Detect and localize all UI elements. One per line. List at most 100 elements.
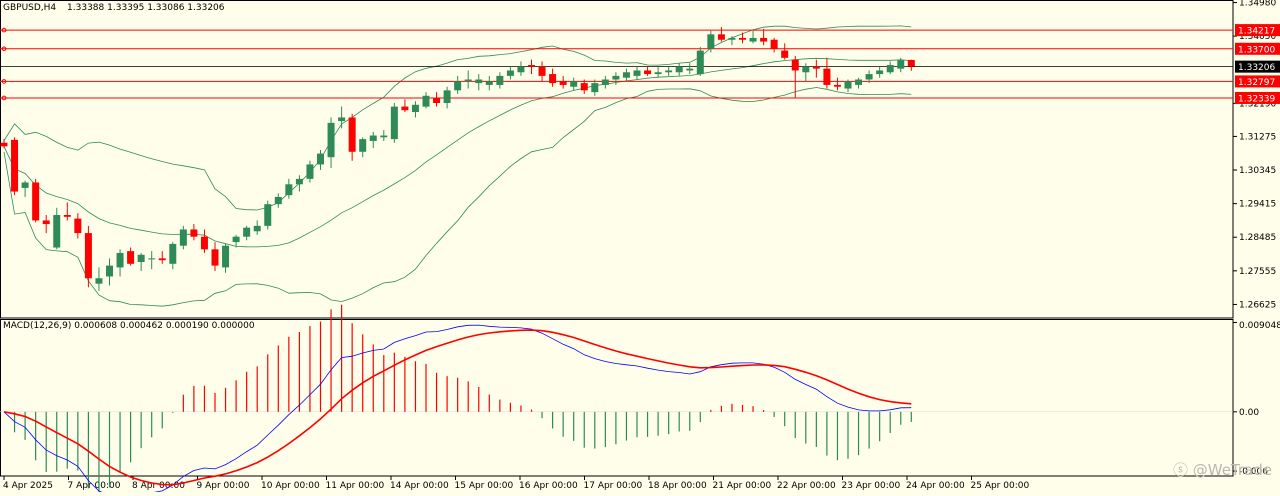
candle-body[interactable] <box>169 243 177 264</box>
candle-body[interactable] <box>475 79 483 84</box>
candle-body[interactable] <box>770 39 778 49</box>
candle-body[interactable] <box>0 142 8 147</box>
candle-body[interactable] <box>506 70 514 76</box>
candle-body[interactable] <box>707 34 715 49</box>
level-tag-label: 1.32339 <box>1238 94 1275 104</box>
candle-body[interactable] <box>760 37 768 42</box>
candle-body[interactable] <box>907 59 915 67</box>
candle-body[interactable] <box>812 66 820 69</box>
candle-body[interactable] <box>443 90 451 103</box>
candle-body[interactable] <box>264 204 272 226</box>
candle-body[interactable] <box>380 135 388 138</box>
candle-body[interactable] <box>739 37 746 40</box>
candle-body[interactable] <box>369 135 377 141</box>
candle-body[interactable] <box>696 50 704 75</box>
candle-body[interactable] <box>21 182 29 188</box>
candle-body[interactable] <box>232 236 240 243</box>
candle-body[interactable] <box>517 66 525 73</box>
candle-body[interactable] <box>63 215 71 217</box>
candle-body[interactable] <box>580 83 588 91</box>
candle-body[interactable] <box>200 236 208 250</box>
candle-body[interactable] <box>74 218 82 234</box>
candle-body[interactable] <box>528 65 535 67</box>
candle-body[interactable] <box>127 251 135 264</box>
candle-body[interactable] <box>42 220 50 225</box>
candle-body[interactable] <box>549 74 557 84</box>
candle-body[interactable] <box>32 182 40 221</box>
x-tick-label: 18 Apr 00:00 <box>648 481 707 491</box>
candle-body[interactable] <box>622 72 630 78</box>
x-tick-label: 23 Apr 00:00 <box>842 481 901 491</box>
candle-body[interactable] <box>84 233 92 279</box>
candle-body[interactable] <box>243 227 251 237</box>
candle-body[interactable] <box>559 81 567 85</box>
candle-body[interactable] <box>633 70 641 76</box>
candle-body[interactable] <box>190 229 198 237</box>
candle-body[interactable] <box>876 70 884 75</box>
candle-body[interactable] <box>116 252 124 268</box>
y-tick-label: 1.31275 <box>1239 132 1276 142</box>
candle-body[interactable] <box>538 66 546 76</box>
candle-body[interactable] <box>644 70 652 75</box>
candle-body[interactable] <box>422 95 430 107</box>
candle-body[interactable] <box>591 83 599 93</box>
candle-body[interactable] <box>179 229 187 246</box>
level-tag-label: 1.32797 <box>1238 78 1275 88</box>
candle-body[interactable] <box>11 139 19 192</box>
candle-body[interactable] <box>897 60 905 69</box>
candle-body[interactable] <box>359 139 367 152</box>
y-tick-label: 1.28485 <box>1239 233 1276 243</box>
bollinger-lower <box>3 87 912 307</box>
candle-body[interactable] <box>411 104 419 113</box>
candle-body[interactable] <box>433 97 441 103</box>
candle-body[interactable] <box>53 215 61 248</box>
chart-stage[interactable]: 4 Apr 2025 7 Apr 00:00 8 Apr 00:00 9 Apr 00… <box>0 0 1280 496</box>
x-tick-label: 21 Apr 00:00 <box>713 481 772 491</box>
candle-body[interactable] <box>338 117 346 122</box>
candle-body[interactable] <box>601 79 609 85</box>
candle-body[interactable] <box>348 117 356 152</box>
x-tick-label: 8 Apr 00:00 <box>132 481 185 491</box>
candle-body[interactable] <box>306 164 314 179</box>
candle-body[interactable] <box>717 34 725 40</box>
candle-body[interactable] <box>485 81 493 85</box>
candle-body[interactable] <box>148 258 156 260</box>
candle-body[interactable] <box>158 258 166 261</box>
candle-body[interactable] <box>865 74 873 80</box>
candle-body[interactable] <box>137 254 145 262</box>
candle-body[interactable] <box>675 66 683 73</box>
candle-body[interactable] <box>665 70 673 73</box>
candle-body[interactable] <box>844 81 852 89</box>
y-tick-label: 1.34980 <box>1239 0 1276 9</box>
candle-body[interactable] <box>464 79 472 82</box>
candle-body[interactable] <box>855 79 863 85</box>
candle-body[interactable] <box>612 75 620 80</box>
candle-body[interactable] <box>454 81 462 91</box>
candle-body[interactable] <box>802 66 810 73</box>
candle-body[interactable] <box>274 196 282 205</box>
candle-body[interactable] <box>211 249 219 266</box>
candle-body[interactable] <box>749 37 757 42</box>
candle-body[interactable] <box>327 122 335 158</box>
candle-body[interactable] <box>295 178 303 185</box>
candle-body[interactable] <box>496 75 504 85</box>
candle-body[interactable] <box>791 59 799 71</box>
x-tick-label: 9 Apr 00:00 <box>197 481 250 491</box>
candle-body[interactable] <box>686 68 694 71</box>
candle-body[interactable] <box>886 65 894 73</box>
candle-body[interactable] <box>253 225 261 232</box>
candle-body[interactable] <box>728 37 736 40</box>
candle-body[interactable] <box>95 278 103 284</box>
candle-body[interactable] <box>401 106 409 111</box>
chart-svg[interactable]: 4 Apr 2025 7 Apr 00:00 8 Apr 00:00 9 Apr 00… <box>0 0 1280 496</box>
candle-body[interactable] <box>654 72 662 75</box>
candle-body[interactable] <box>833 84 841 87</box>
candle-body[interactable] <box>285 184 293 196</box>
candle-body[interactable] <box>781 50 789 58</box>
candle-body[interactable] <box>823 68 831 85</box>
candle-body[interactable] <box>390 106 398 140</box>
candle-body[interactable] <box>106 265 113 277</box>
candle-body[interactable] <box>570 81 578 87</box>
candle-body[interactable] <box>222 245 230 268</box>
candle-body[interactable] <box>317 153 324 165</box>
